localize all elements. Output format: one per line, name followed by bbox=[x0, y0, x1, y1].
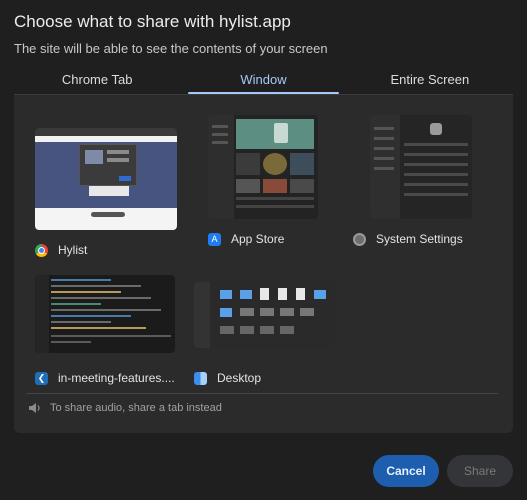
audio-hint-text: To share audio, share a tab instead bbox=[50, 402, 222, 414]
vscode-icon: ❮ bbox=[35, 371, 48, 385]
dialog-subtitle: The site will be able to see the content… bbox=[14, 41, 328, 56]
share-button[interactable]: Share bbox=[447, 455, 513, 487]
app-store-icon: A bbox=[208, 232, 221, 246]
tab-window[interactable]: Window bbox=[180, 66, 346, 94]
source-label-system-settings: System Settings bbox=[376, 232, 463, 246]
thumbnail-app-store bbox=[208, 115, 318, 219]
thumbnail-system-settings bbox=[370, 115, 472, 219]
finder-icon bbox=[194, 371, 207, 385]
source-label-app-store: App Store bbox=[231, 232, 285, 246]
source-label-desktop: Desktop bbox=[217, 371, 262, 385]
audio-divider bbox=[26, 393, 498, 394]
source-label-vscode: in-meeting-features.... bbox=[58, 371, 175, 385]
source-label-hylist: Hylist bbox=[58, 243, 88, 257]
speaker-icon bbox=[29, 403, 40, 413]
tab-entire-screen[interactable]: Entire Screen bbox=[347, 66, 513, 94]
system-settings-icon bbox=[353, 232, 366, 246]
thumbnail-hylist bbox=[35, 128, 177, 230]
audio-hint: To share audio, share a tab instead bbox=[28, 402, 222, 414]
cancel-button[interactable]: Cancel bbox=[373, 455, 439, 487]
window-list-panel: Hylist A App Store System Settings ❮ in-… bbox=[14, 95, 513, 433]
source-type-tabs: Chrome Tab Window Entire Screen bbox=[14, 66, 513, 94]
chrome-icon bbox=[35, 243, 48, 257]
thumbnail-vscode bbox=[35, 275, 175, 353]
tab-chrome-tab[interactable]: Chrome Tab bbox=[14, 66, 180, 94]
thumbnail-desktop bbox=[194, 282, 334, 348]
dialog-title: Choose what to share with hylist.app bbox=[14, 12, 291, 31]
